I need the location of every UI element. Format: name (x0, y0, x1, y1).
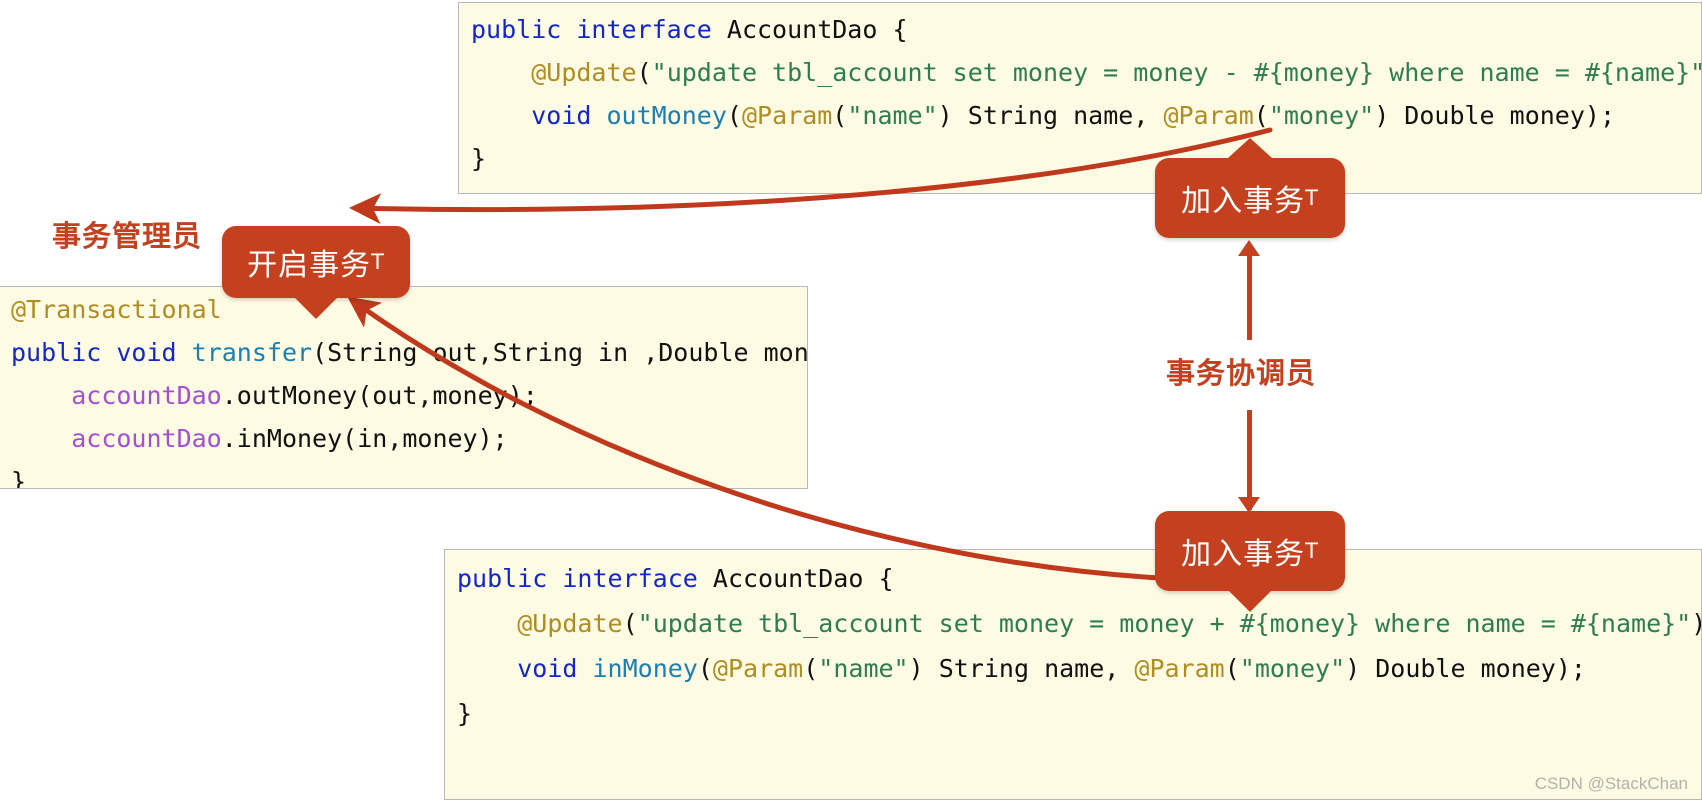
code-line: void outMoney(@Param("name") String name… (459, 103, 1701, 128)
code-line: } (445, 701, 1701, 726)
code-token: ( (636, 58, 652, 87)
code-token: "update tbl_account set money = money - … (651, 58, 1702, 87)
code-block-transfer-service: @Transactional public void transfer(Strin… (0, 286, 808, 489)
code-token: "money" (1268, 101, 1375, 130)
code-token: ) Double money); (1345, 654, 1586, 683)
code-token: public (11, 338, 102, 367)
code-line: accountDao.outMoney(out,money); (0, 383, 807, 408)
code-token: } (457, 699, 473, 728)
diagram-canvas: public interface AccountDao { @Update("u… (0, 0, 1702, 800)
code-token: interface (562, 564, 698, 593)
code-token: ( (832, 101, 848, 130)
code-block-account-dao-in: public interface AccountDao { @Update("u… (444, 549, 1702, 800)
code-token: @Param (712, 654, 804, 683)
bubble-start-transaction-text: 开启事务 (247, 248, 372, 283)
code-token: AccountDao { (697, 564, 894, 593)
code-token: .inMoney(in,money); (221, 424, 508, 453)
connector-line-down (1247, 410, 1252, 510)
code-line: public interface AccountDao { (445, 566, 1701, 591)
code-token: "money" (1239, 654, 1346, 683)
connector-line-up (1247, 252, 1252, 340)
bubble-join-transaction-bottom-text: 加入事务 (1181, 537, 1306, 572)
code-token: accountDao (71, 424, 222, 453)
code-token: @Param (1163, 101, 1254, 130)
code-token: outMoney (606, 101, 727, 130)
code-block-account-dao-out: public interface AccountDao { @Update("u… (458, 2, 1702, 194)
code-token: (String out,String in ,Double money) { (312, 338, 808, 367)
bubble-start-transaction: 开启事务 T (222, 226, 410, 319)
bubble-tail-up-icon (1228, 138, 1272, 158)
code-token: AccountDao { (711, 15, 908, 44)
code-token: void (517, 654, 578, 683)
bubble-join-transaction-top-text: 加入事务 (1181, 184, 1306, 219)
code-token: } (471, 144, 487, 173)
code-token: void (531, 101, 592, 130)
code-line: } (0, 467, 807, 489)
code-line: void inMoney(@Param("name") String name,… (445, 656, 1701, 681)
code-token: ) String name, (937, 101, 1164, 130)
code-token: public (457, 564, 548, 593)
code-token: @Param (741, 101, 833, 130)
bubble-join-transaction-top: 加入事务 T (1155, 138, 1345, 238)
code-token: "name" (818, 654, 909, 683)
code-token: @Update (517, 609, 623, 638)
code-line: accountDao.inMoney(in,money); (0, 426, 807, 451)
code-token: ( (726, 101, 742, 130)
bubble-join-transaction-top-suffix: T (1305, 186, 1319, 210)
bubble-start-transaction-suffix: T (371, 250, 385, 274)
code-token: ) (1691, 609, 1701, 638)
code-line: public void transfer(String out,String i… (0, 340, 807, 365)
bubble-join-transaction-bottom-suffix: T (1305, 539, 1319, 563)
label-transaction-manager: 事务管理员 (52, 219, 203, 253)
code-token: ( (803, 654, 819, 683)
label-transaction-coordinator: 事务协调员 (1166, 356, 1317, 390)
code-token: ( (1224, 654, 1240, 683)
code-token: void (116, 338, 177, 367)
code-token: } (11, 467, 27, 489)
bubble-tail-down-icon (1228, 590, 1272, 612)
code-token: @Transactional (11, 295, 222, 324)
code-token: ( (697, 654, 713, 683)
code-line: @Transactional (0, 297, 807, 322)
code-token: transfer (191, 338, 313, 367)
code-token: ( (1253, 101, 1269, 130)
code-line: } (459, 146, 1701, 171)
code-token: interface (576, 15, 712, 44)
code-token: accountDao (71, 381, 222, 410)
code-token: @Update (531, 58, 637, 87)
code-line: @Update("update tbl_account set money = … (445, 611, 1701, 636)
code-token: ) String name, (908, 654, 1135, 683)
code-line: @Update("update tbl_account set money = … (459, 60, 1701, 85)
bubble-tail-down-icon (294, 297, 338, 319)
code-token: "update tbl_account set money = money + … (637, 609, 1692, 638)
code-line: public interface AccountDao { (459, 17, 1701, 42)
code-token: ) Double money); (1374, 101, 1616, 130)
code-token: ( (622, 609, 638, 638)
code-token: @Param (1134, 654, 1225, 683)
code-token: inMoney (592, 654, 698, 683)
code-token: .outMoney(out,money); (221, 381, 538, 410)
code-token: public (471, 15, 562, 44)
watermark: CSDN @StackChan (1534, 774, 1688, 793)
code-token: "name" (847, 101, 938, 130)
bubble-join-transaction-bottom: 加入事务 T (1155, 511, 1345, 612)
